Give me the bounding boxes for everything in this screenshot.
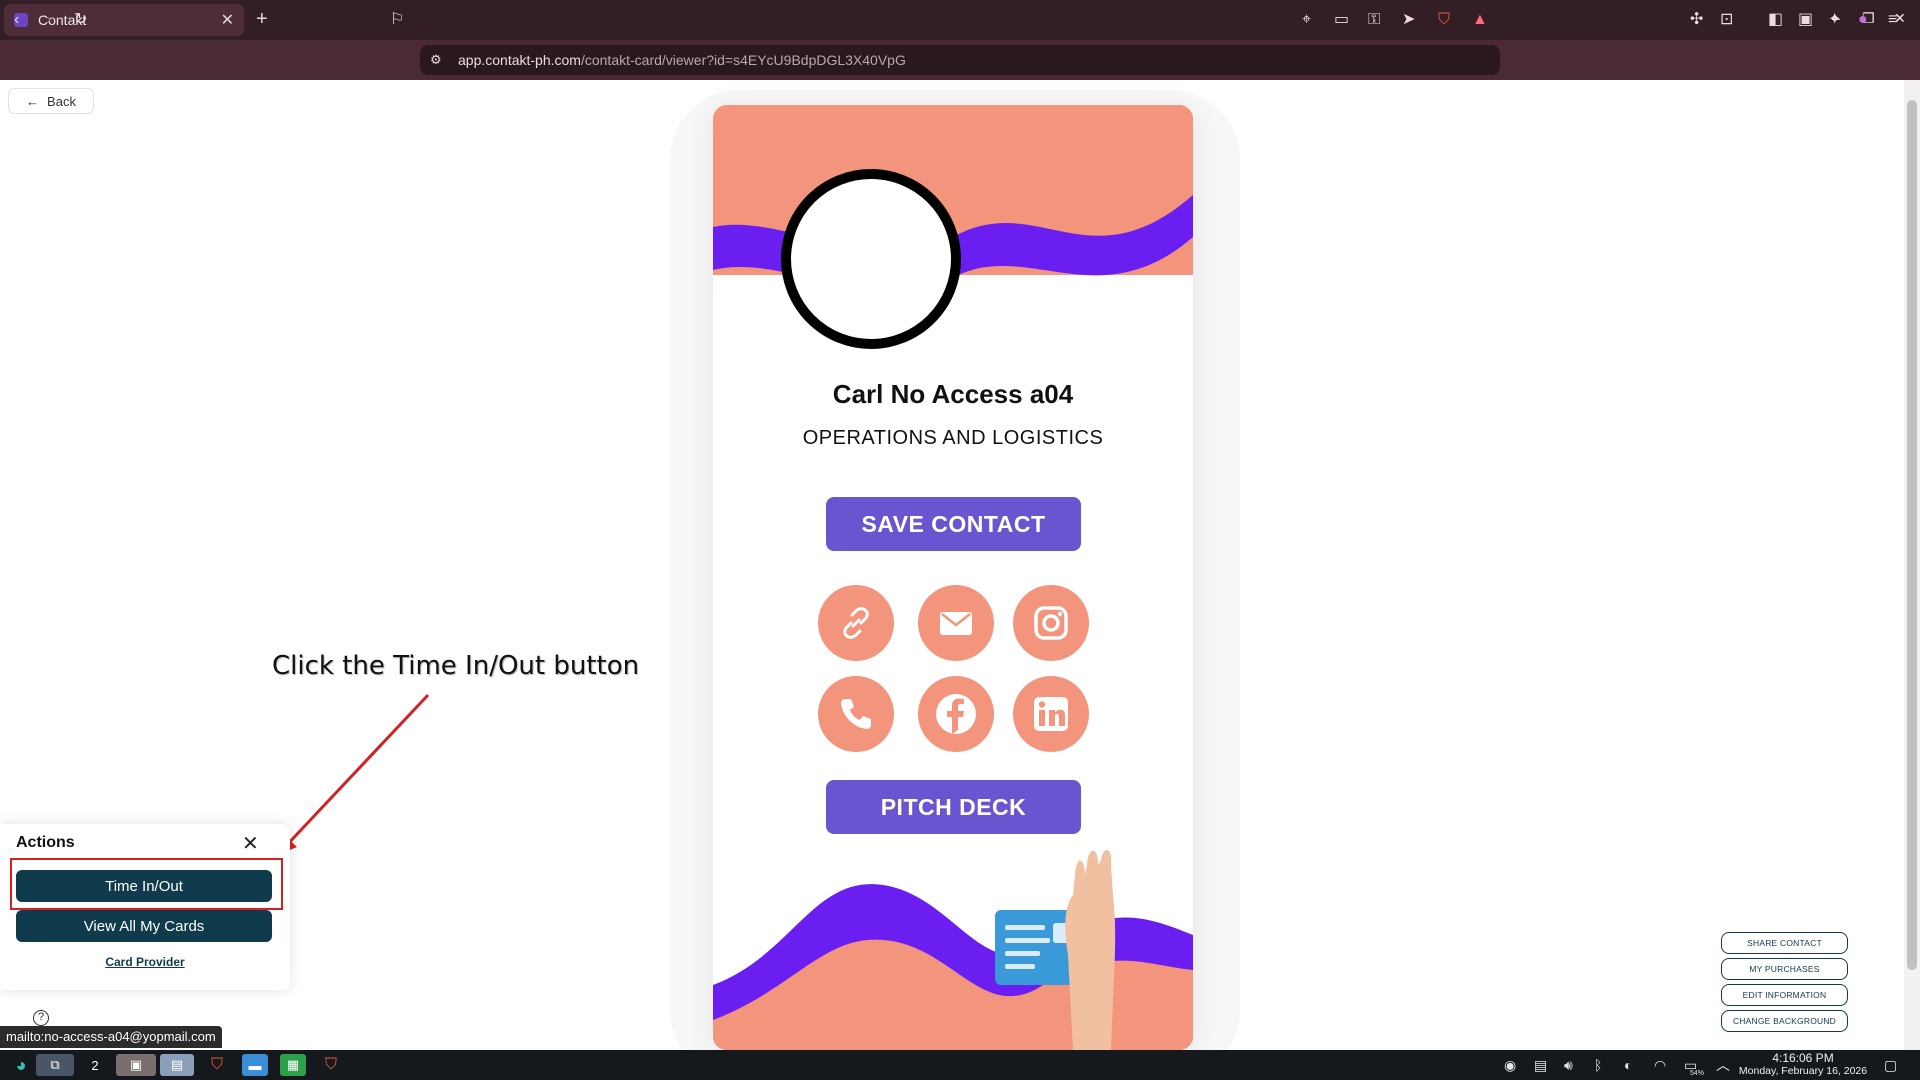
brave-shields-icon[interactable]: ⛉ [1438,10,1450,30]
phone-icon[interactable] [818,676,894,752]
back-label: Back [47,93,76,109]
reload-icon[interactable]: ↻ [74,10,87,30]
tray-expand-icon[interactable]: ︿ [1716,1056,1730,1074]
show-desktop-icon[interactable]: ▢ [1884,1056,1897,1074]
workspace-number[interactable]: 2 [80,1054,110,1076]
battery-percent: 54% [1690,1070,1705,1077]
cast-icon[interactable]: ▭ [1334,10,1349,30]
tutorial-highlight-box [10,858,283,910]
change-background-button[interactable]: CHANGE BACKGROUND [1721,1010,1848,1032]
back-button[interactable]: ← Back [8,88,94,114]
new-tab-icon[interactable]: + [256,8,268,31]
brave-rewards-icon[interactable]: ▲ [1472,10,1488,30]
close-icon[interactable]: ✕ [242,834,259,854]
contact-department: OPERATIONS AND LOGISTICS [802,427,1104,449]
instagram-icon[interactable] [1013,585,1089,661]
url-path: /contakt-card/viewer?id=s4EYcU9BdpDGL3X4… [580,52,906,68]
spreadsheet-app-icon[interactable]: ▦ [280,1054,306,1076]
link-icon[interactable] [818,585,894,661]
wifi-icon[interactable]: ◠ [1654,1056,1666,1074]
back-arrow-icon[interactable]: ‹ [14,10,19,30]
brave-browser-icon[interactable]: ⛉ [204,1054,230,1076]
bluetooth-icon[interactable]: ᛒ [1594,1056,1602,1074]
taskbar-clock[interactable]: 4:16:06 PM Monday, February 16, 2026 [1738,1052,1868,1078]
scrollbar-thumb[interactable] [1907,100,1917,970]
link-status-bar: mailto:no-access-a04@yopmail.com [0,1026,222,1048]
workspace-3-icon[interactable]: ▤ [160,1054,194,1076]
sidebar-icon[interactable]: ◧ [1768,10,1783,30]
clipboard-icon[interactable]: ▤ [1534,1056,1547,1074]
location-icon[interactable]: ⌖ [1302,10,1311,30]
send-icon[interactable]: ➤ [1402,10,1415,30]
key-icon[interactable]: ⚿ [1368,10,1380,30]
email-icon[interactable] [918,585,994,661]
edit-information-button[interactable]: EDIT INFORMATION [1721,984,1848,1006]
facebook-icon[interactable] [918,676,994,752]
close-tab-icon[interactable]: ✕ [221,10,234,30]
volume-icon[interactable]: 🔊︎ [1564,1056,1573,1074]
contact-name: Carl No Access a04 [832,379,1074,409]
forward-arrow-icon[interactable]: › [46,10,51,30]
vpn-tray-icon[interactable]: ◐ [1624,1056,1632,1074]
contact-card: Carl No Access a04 OPERATIONS AND LOGIST… [713,105,1193,1050]
menu-icon[interactable]: ≡ [1888,10,1897,30]
help-icon[interactable]: ? [33,1010,49,1026]
workspace-1-icon[interactable]: ⧉ [36,1054,74,1076]
file-manager-icon[interactable]: ▬ [242,1054,268,1076]
wallet-icon[interactable]: ▣ [1798,10,1813,30]
pitch-deck-button[interactable]: PITCH DECK [826,780,1081,834]
save-contact-button[interactable]: SAVE CONTACT [826,497,1081,551]
site-settings-icon[interactable]: ⚙ [430,50,442,70]
bookmark-icon[interactable]: ⚐ [390,10,404,30]
screenshot-icon[interactable]: ⊡ [1720,10,1733,30]
tutorial-arrow-icon [278,693,430,855]
vpn-icon[interactable]: ● [1858,10,1868,30]
share-contact-button[interactable]: SHARE CONTACT [1721,932,1848,954]
steam-icon[interactable]: ◉ [1504,1056,1516,1074]
actions-title: Actions [16,834,75,851]
clock-time: 4:16:06 PM [1772,1051,1834,1065]
url-host: app.contakt-ph.com [458,52,581,68]
browser-tab[interactable]: Contakt ✕ [4,4,244,36]
workspace-2-icon[interactable]: ▣ [116,1054,156,1076]
tutorial-instruction: Click the Time In/Out button [272,651,640,681]
extensions-icon[interactable]: ✣ [1690,10,1703,30]
leo-ai-icon[interactable]: ✦ [1828,10,1841,30]
clock-date: Monday, February 16, 2026 [1738,1065,1868,1077]
arrow-left-icon: ← [26,93,40,109]
card-provider-link[interactable]: Card Provider [0,955,290,969]
my-purchases-button[interactable]: MY PURCHASES [1721,958,1848,980]
view-all-cards-button[interactable]: View All My Cards [16,910,272,942]
tab-title: Contakt [38,12,87,28]
profile-avatar [781,169,961,349]
linkedin-icon[interactable] [1013,676,1089,752]
start-menu-icon[interactable]: ◕ [10,1054,32,1076]
url-text[interactable]: app.contakt-ph.com/contakt-card/viewer?i… [458,50,906,70]
browser-tab-bar [0,0,1920,40]
brave-browser-active-icon[interactable]: ⛉ [318,1054,344,1076]
